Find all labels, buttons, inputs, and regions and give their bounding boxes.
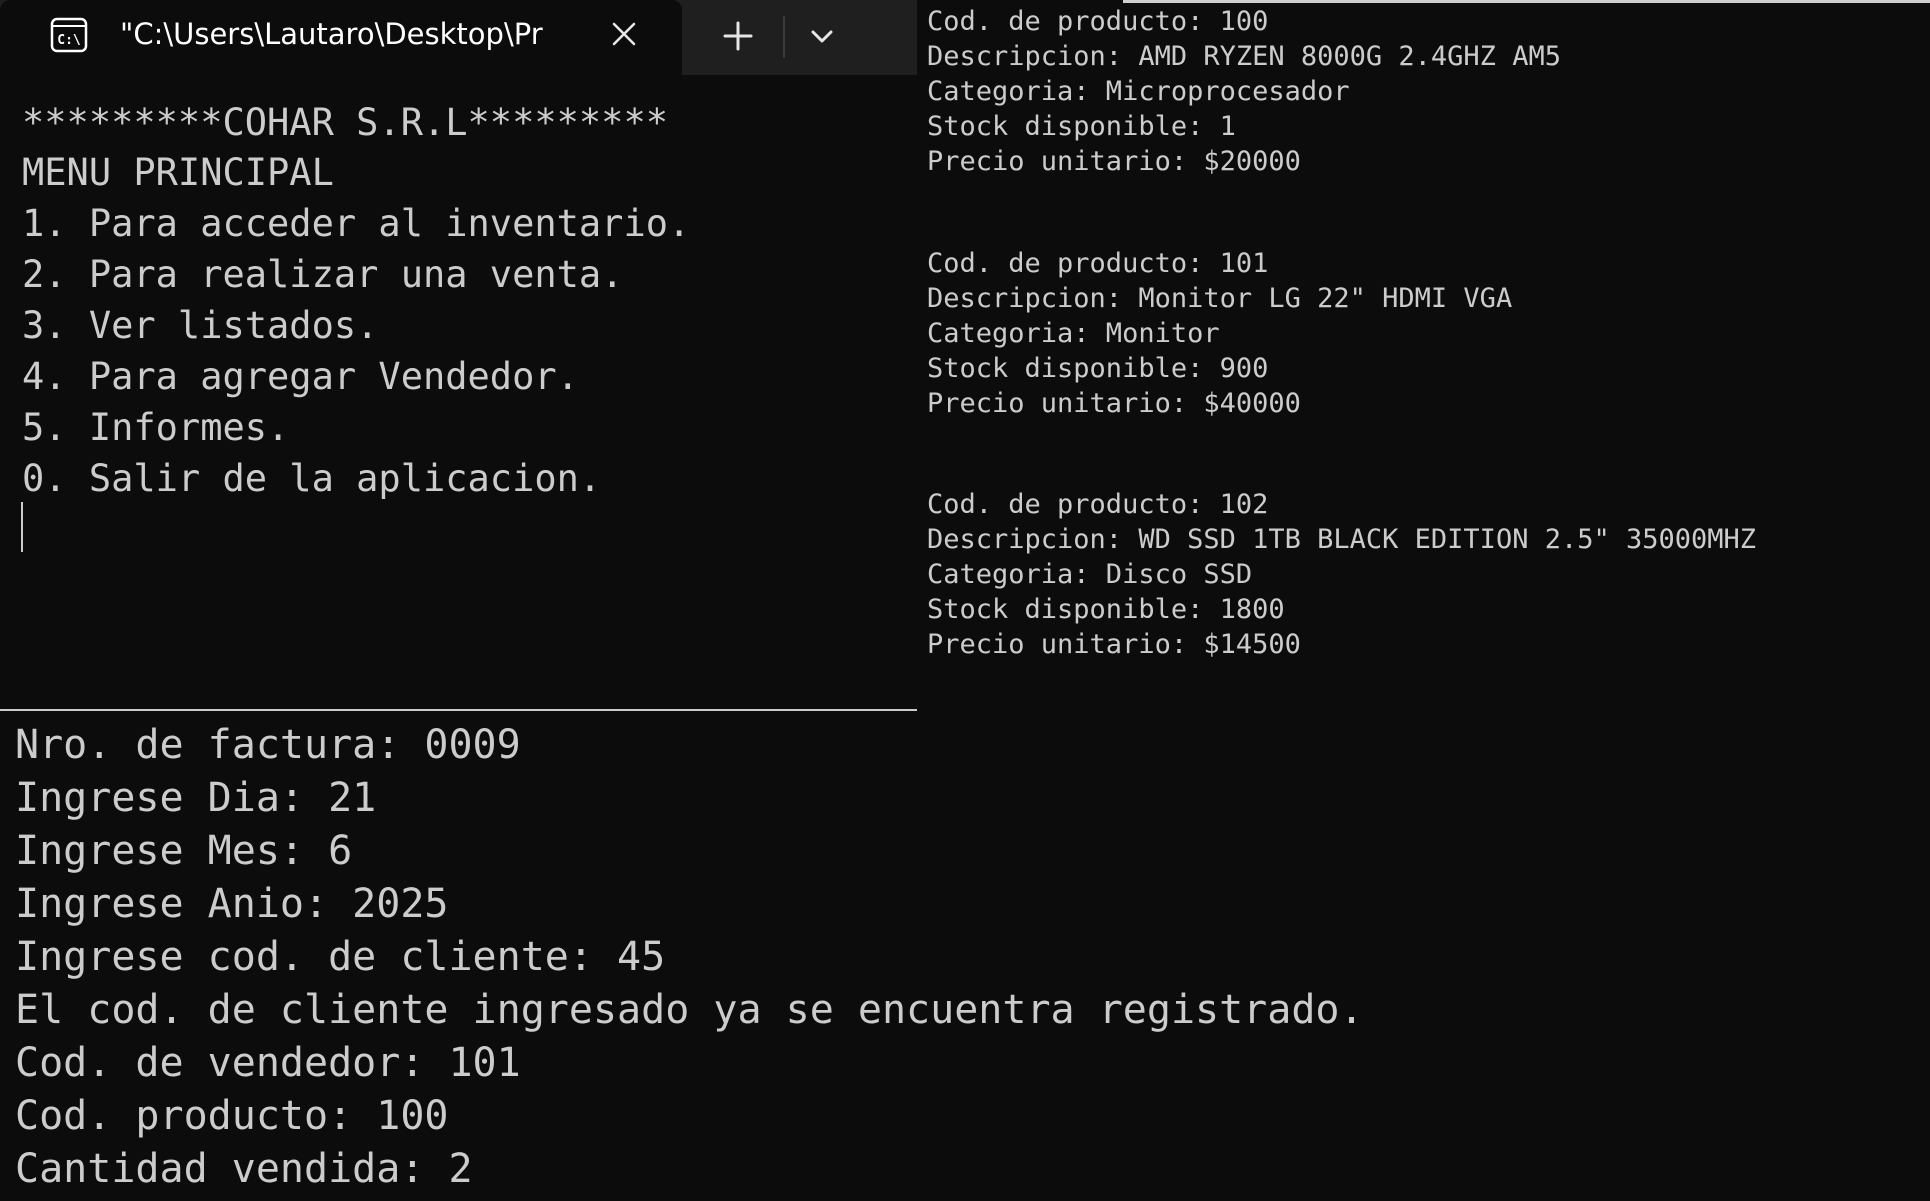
plus-icon[interactable] [714, 14, 762, 58]
product-category: Categoria: Monitor [927, 318, 1220, 349]
product-stock: Stock disponible: 900 [927, 353, 1269, 384]
tab-separator [783, 16, 785, 58]
menu-header: *********COHAR S.R.L********* [22, 101, 669, 144]
command-prompt-icon: C:\ [50, 17, 88, 53]
product-description: Descripcion: Monitor LG 22" HDMI VGA [927, 283, 1513, 314]
sale-console: Nro. de factura: 0009 Ingrese Dia: 21 In… [0, 711, 1930, 1201]
product-description: Descripcion: WD SSD 1TB BLACK EDITION 2.… [927, 524, 1757, 555]
product-code: Cod. de producto: 102 [927, 489, 1269, 520]
menu-option-listings: 3. Ver listados. [22, 304, 379, 347]
panel-top-border [1123, 0, 1930, 3]
product-category: Categoria: Disco SSD [927, 559, 1253, 590]
product-description: Descripcion: AMD RYZEN 8000G 2.4GHZ AM5 [927, 41, 1561, 72]
close-icon[interactable] [606, 16, 642, 52]
menu-option-reports: 5. Informes. [22, 406, 290, 449]
menu-option-add-seller: 4. Para agregar Vendedor. [22, 355, 579, 398]
terminal-tab[interactable]: C:\ "C:\Users\Lautaro\Desktop\Pr [0, 0, 682, 75]
product-price: Precio unitario: $20000 [927, 146, 1301, 177]
product-code: Cod. de producto: 100 [927, 6, 1269, 37]
text-cursor[interactable] [21, 502, 23, 552]
menu-option-sale: 2. Para realizar una venta. [22, 253, 624, 296]
product-stock: Stock disponible: 1800 [927, 594, 1285, 625]
product-code: Cod. de producto: 101 [927, 248, 1269, 279]
product-stock: Stock disponible: 1 [927, 111, 1236, 142]
tab-title: "C:\Users\Lautaro\Desktop\Pr [120, 17, 543, 51]
chevron-down-icon[interactable] [800, 14, 844, 58]
seller-code-line: Cod. de vendedor: 101 [15, 1040, 521, 1086]
product-code-line: Cod. producto: 100 [15, 1093, 449, 1139]
product-price: Precio unitario: $14500 [927, 629, 1301, 660]
product-listing: Cod. de producto: 100 Descripcion: AMD R… [917, 0, 1930, 710]
tab-bar: C:\ "C:\Users\Lautaro\Desktop\Pr [0, 0, 917, 75]
month-input-line: Ingrese Mes: 6 [15, 828, 353, 874]
year-input-line: Ingrese Anio: 2025 [15, 881, 449, 927]
product-category: Categoria: Microprocesador [927, 76, 1350, 107]
screenshot: C:\ "C:\Users\Lautaro\Desktop\Pr *******… [0, 0, 1930, 1201]
day-input-line: Ingrese Dia: 21 [15, 775, 377, 821]
quantity-sold-line: Cantidad vendida: 2 [15, 1146, 473, 1192]
svg-text:C:\: C:\ [57, 33, 81, 48]
menu-option-inventory: 1. Para acceder al inventario. [22, 202, 691, 245]
client-code-input-line: Ingrese cod. de cliente: 45 [15, 934, 666, 980]
menu-title: MENU PRINCIPAL [22, 151, 334, 194]
product-price: Precio unitario: $40000 [927, 388, 1301, 419]
menu-option-exit: 0. Salir de la aplicacion. [22, 457, 602, 500]
invoice-number: Nro. de factura: 0009 [15, 722, 521, 768]
terminal-window[interactable]: C:\ "C:\Users\Lautaro\Desktop\Pr *******… [0, 0, 917, 710]
client-registered-message: El cod. de cliente ingresado ya se encue… [15, 987, 1364, 1033]
